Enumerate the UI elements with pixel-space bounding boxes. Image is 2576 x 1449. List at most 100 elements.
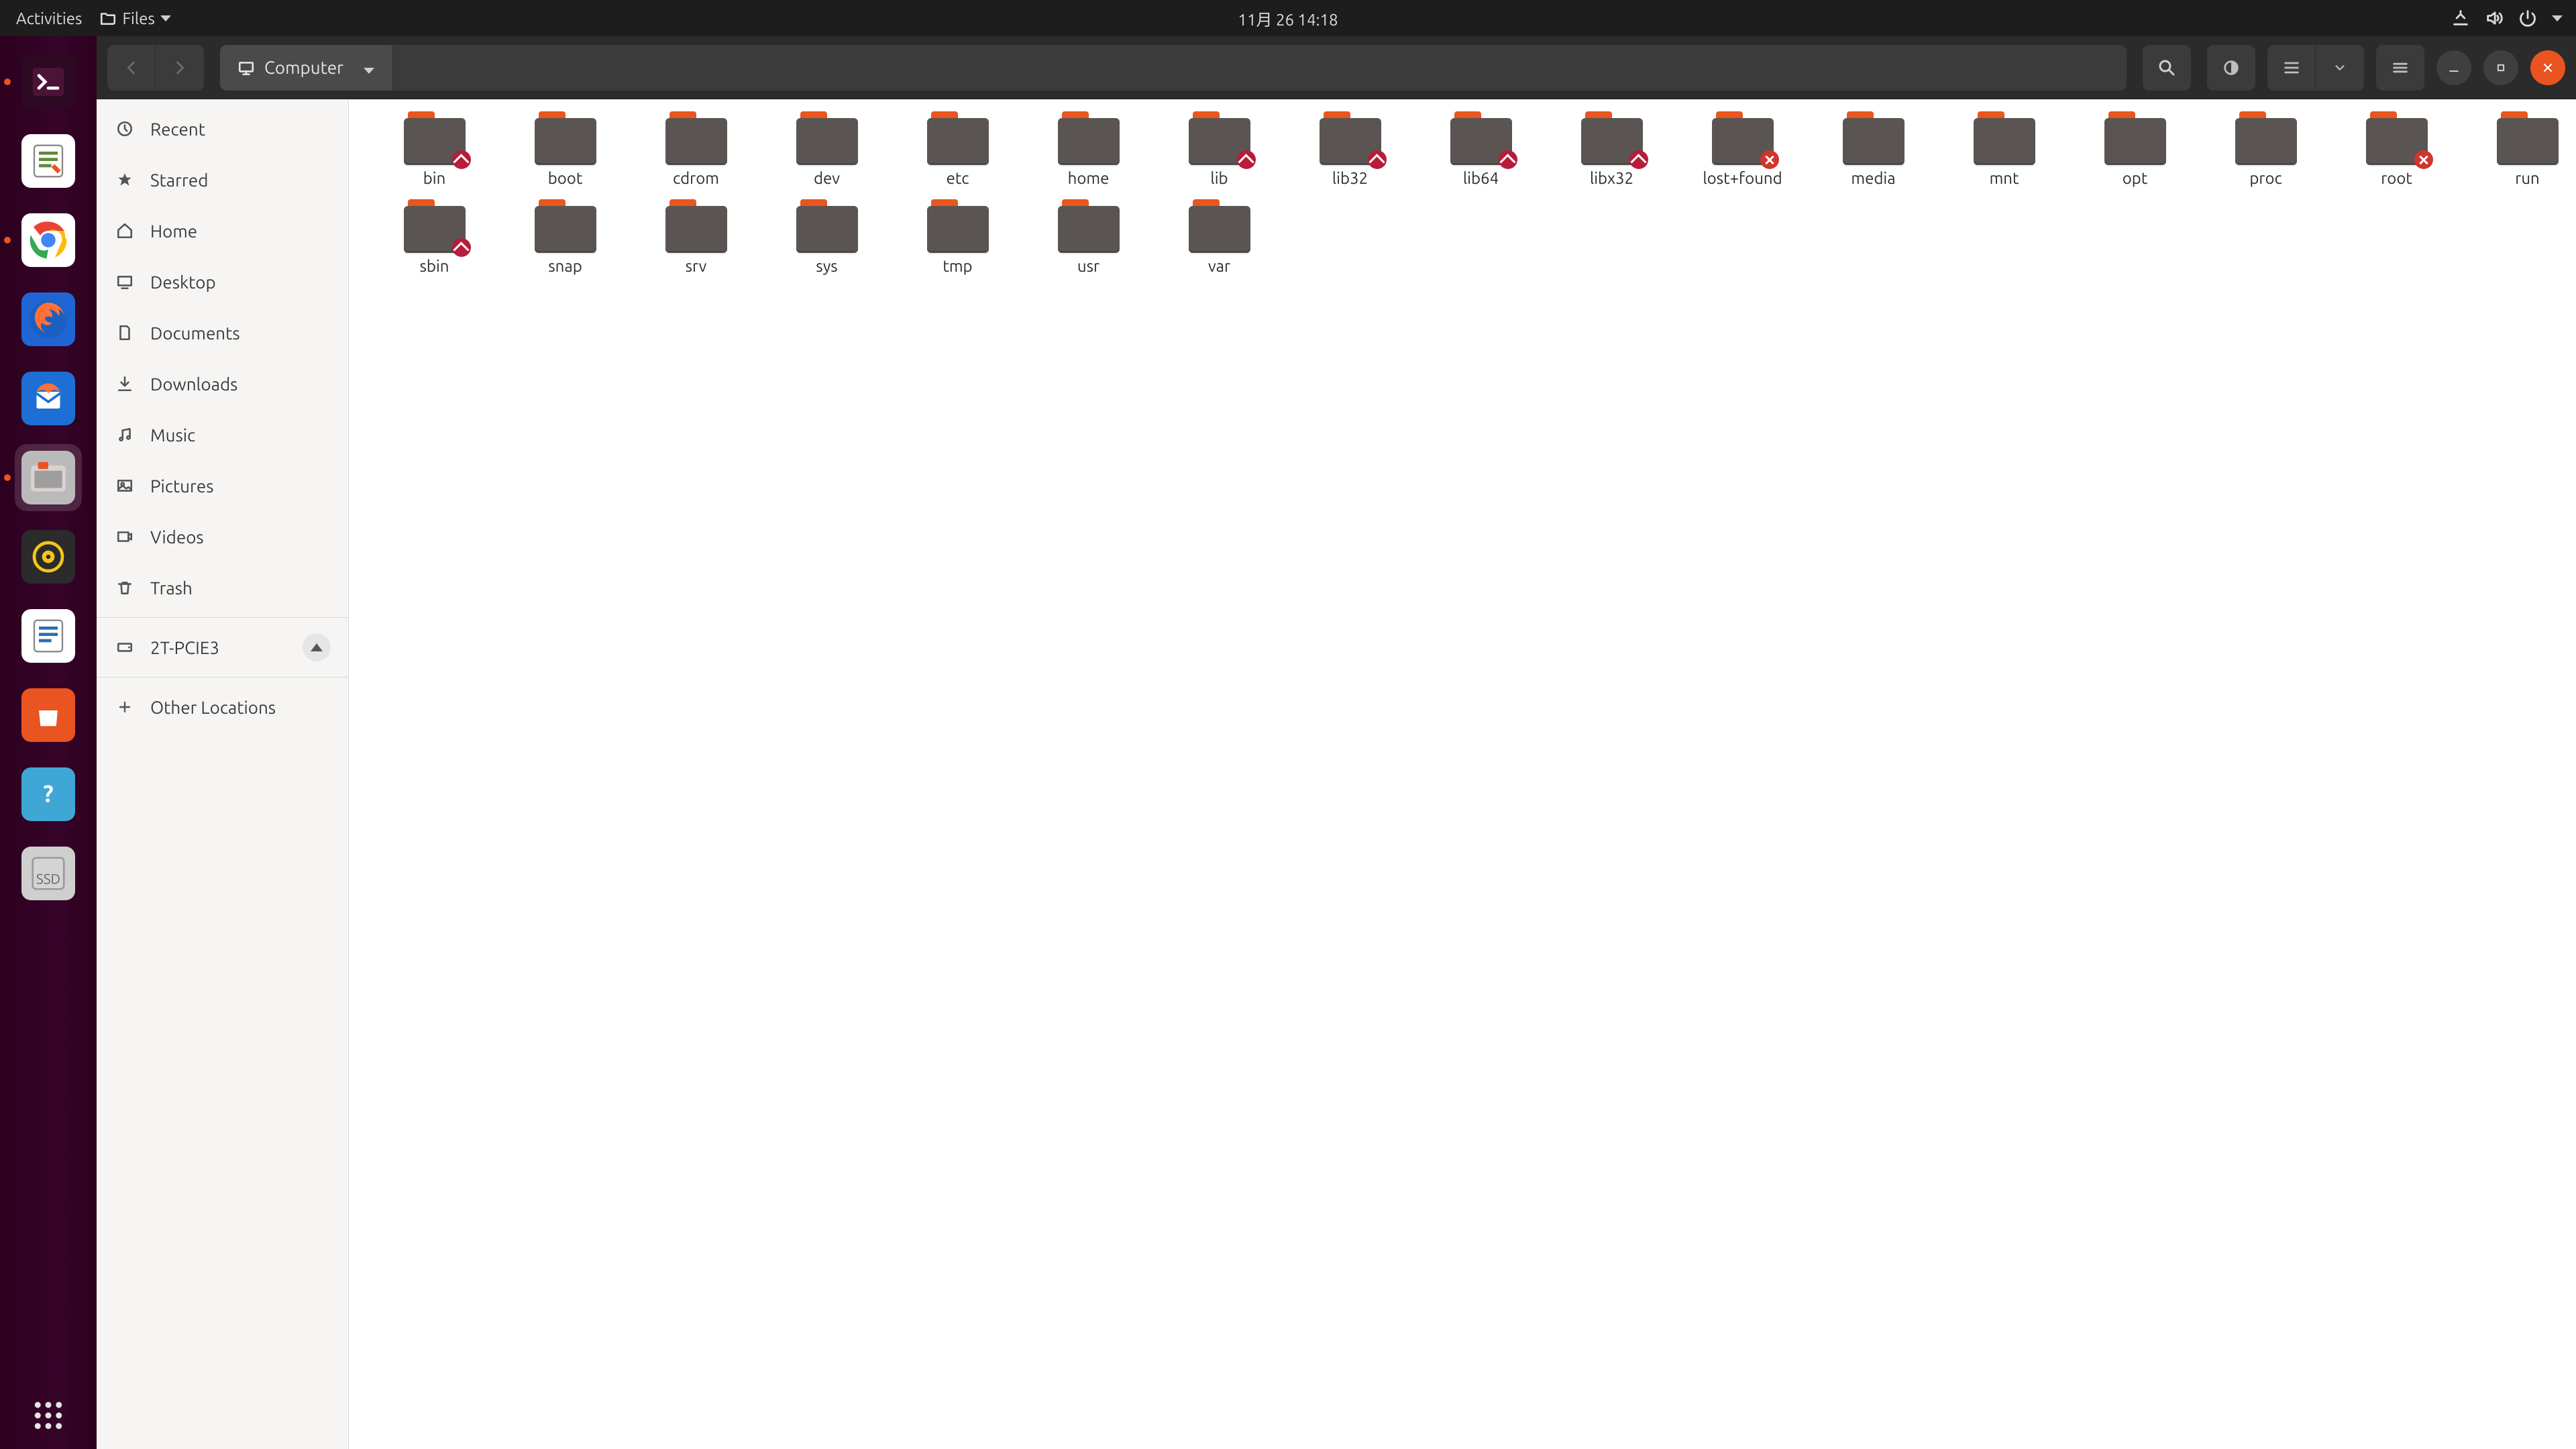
folder-icon bbox=[1189, 199, 1250, 253]
folder-snap[interactable]: snap bbox=[500, 199, 631, 275]
folder-lib32[interactable]: lib32 bbox=[1285, 111, 1415, 187]
folder-icon bbox=[665, 199, 727, 253]
sidebar-star[interactable]: Starred bbox=[97, 154, 348, 205]
symlink-badge-icon bbox=[452, 150, 471, 169]
window-close-button[interactable] bbox=[2530, 50, 2565, 85]
pathbar[interactable]: Computer bbox=[220, 45, 2127, 91]
libreoffice-icon bbox=[21, 609, 75, 663]
sidebar-other-locations[interactable]: Other Locations bbox=[97, 682, 348, 733]
folder-usr[interactable]: usr bbox=[1023, 199, 1154, 275]
eject-button[interactable] bbox=[303, 633, 331, 661]
folder-label: etc bbox=[947, 169, 969, 187]
thunderbird-icon bbox=[21, 372, 75, 425]
half-circle-icon bbox=[2222, 58, 2241, 77]
dock-thunderbird[interactable] bbox=[15, 365, 82, 432]
sidebar-item-label: Starred bbox=[150, 170, 208, 190]
folder-var[interactable]: var bbox=[1154, 199, 1285, 275]
dock-rhythmbox[interactable] bbox=[15, 523, 82, 590]
folder-tmp[interactable]: tmp bbox=[892, 199, 1023, 275]
documents-icon bbox=[114, 322, 136, 343]
folder-icon bbox=[1058, 111, 1120, 165]
sidebar-videos[interactable]: Videos bbox=[97, 511, 348, 562]
symlink-badge-icon bbox=[1499, 150, 1517, 169]
folder-run[interactable]: run bbox=[2462, 111, 2576, 187]
folder-dev[interactable]: dev bbox=[761, 111, 892, 187]
no-access-badge-icon bbox=[2414, 150, 2433, 169]
path-segment-computer[interactable]: Computer bbox=[220, 45, 392, 91]
sidebar-home[interactable]: Home bbox=[97, 205, 348, 256]
folder-sys[interactable]: sys bbox=[761, 199, 892, 275]
menu-icon bbox=[2391, 58, 2410, 77]
app-menu-label: Files bbox=[122, 9, 154, 28]
hamburger-menu-button[interactable] bbox=[2376, 45, 2424, 91]
dock-terminal[interactable] bbox=[15, 48, 82, 115]
view-list-button[interactable] bbox=[2267, 45, 2316, 91]
sidebar-documents[interactable]: Documents bbox=[97, 307, 348, 358]
clock[interactable]: 11月 26 14:18 bbox=[1238, 7, 1338, 30]
terminal-icon bbox=[21, 55, 75, 109]
app-menu-files[interactable]: Files bbox=[99, 9, 170, 28]
activities-button[interactable]: Activities bbox=[16, 9, 82, 28]
dock-software[interactable] bbox=[15, 682, 82, 749]
sidebar-pictures[interactable]: Pictures bbox=[97, 460, 348, 511]
folder-label: run bbox=[2515, 169, 2540, 187]
forward-button[interactable] bbox=[156, 45, 204, 91]
sidebar-downloads[interactable]: Downloads bbox=[97, 358, 348, 409]
files-content-area[interactable]: binbootcdrom dev etc homeliblib32lib64libx3… bbox=[349, 99, 2576, 1449]
window-minimize-button[interactable] bbox=[2436, 50, 2471, 85]
view-options-button[interactable] bbox=[2316, 45, 2364, 91]
folder-label: sbin bbox=[420, 257, 449, 275]
dock-chrome[interactable] bbox=[15, 207, 82, 274]
computer-icon bbox=[237, 59, 255, 76]
folder-proc[interactable]: proc bbox=[2200, 111, 2331, 187]
folder-opt[interactable]: opt bbox=[2070, 111, 2200, 187]
folder-lib64[interactable]: lib64 bbox=[1415, 111, 1546, 187]
folder-icon bbox=[99, 9, 117, 27]
search-button[interactable] bbox=[2143, 45, 2191, 91]
dock-firefox[interactable] bbox=[15, 286, 82, 353]
sidebar-music[interactable]: Music bbox=[97, 409, 348, 460]
folder-sbin[interactable]: sbin bbox=[369, 199, 500, 275]
folder-home[interactable]: home bbox=[1023, 111, 1154, 187]
system-menu-chevron-icon[interactable] bbox=[2552, 15, 2563, 21]
files-icon bbox=[21, 451, 75, 504]
folder-icon bbox=[665, 111, 727, 165]
back-button[interactable] bbox=[107, 45, 156, 91]
list-icon bbox=[2282, 58, 2301, 77]
network-icon[interactable] bbox=[2451, 9, 2470, 28]
folder-boot[interactable]: boot bbox=[500, 111, 631, 187]
dock-text-editor[interactable] bbox=[15, 127, 82, 195]
folder-root[interactable]: root bbox=[2331, 111, 2462, 187]
folder-label: dev bbox=[814, 169, 840, 187]
folder-cdrom[interactable]: cdrom bbox=[631, 111, 761, 187]
show-applications-button[interactable] bbox=[15, 1382, 82, 1449]
folder-label: var bbox=[1208, 257, 1230, 275]
help-icon: ? bbox=[21, 767, 75, 821]
folder-label: lost+found bbox=[1703, 169, 1782, 187]
sidebar-device-2T-PCIE3[interactable]: 2T-PCIE3 bbox=[97, 622, 348, 673]
sidebar-desktop[interactable]: Desktop bbox=[97, 256, 348, 307]
folder-srv[interactable]: srv bbox=[631, 199, 761, 275]
folder-label: tmp bbox=[943, 257, 972, 275]
zoom-contrast-button[interactable] bbox=[2207, 45, 2255, 91]
dock-files[interactable] bbox=[15, 444, 82, 511]
sidebar-trash[interactable]: Trash bbox=[97, 562, 348, 613]
folder-lib[interactable]: lib bbox=[1154, 111, 1285, 187]
power-icon[interactable] bbox=[2518, 9, 2537, 28]
sidebar-recent[interactable]: Recent bbox=[97, 103, 348, 154]
folder-mnt[interactable]: mnt bbox=[1939, 111, 2070, 187]
folder-bin[interactable]: bin bbox=[369, 111, 500, 187]
dock-disk-ssd[interactable]: SSD bbox=[15, 840, 82, 907]
window-restore-button[interactable] bbox=[2483, 50, 2518, 85]
folder-libx32[interactable]: libx32 bbox=[1546, 111, 1677, 187]
dock-help[interactable]: ? bbox=[15, 761, 82, 828]
volume-icon[interactable] bbox=[2485, 9, 2504, 28]
folder-etc[interactable]: etc bbox=[892, 111, 1023, 187]
folder-lost+found[interactable]: lost+found bbox=[1677, 111, 1808, 187]
folder-icon bbox=[404, 199, 466, 253]
sidebar-separator bbox=[97, 617, 348, 618]
folder-icon bbox=[535, 199, 596, 253]
folder-media[interactable]: media bbox=[1808, 111, 1939, 187]
files-window: Computer Recent Starred HomeDesktop bbox=[97, 36, 2576, 1449]
dock-libreoffice[interactable] bbox=[15, 602, 82, 669]
